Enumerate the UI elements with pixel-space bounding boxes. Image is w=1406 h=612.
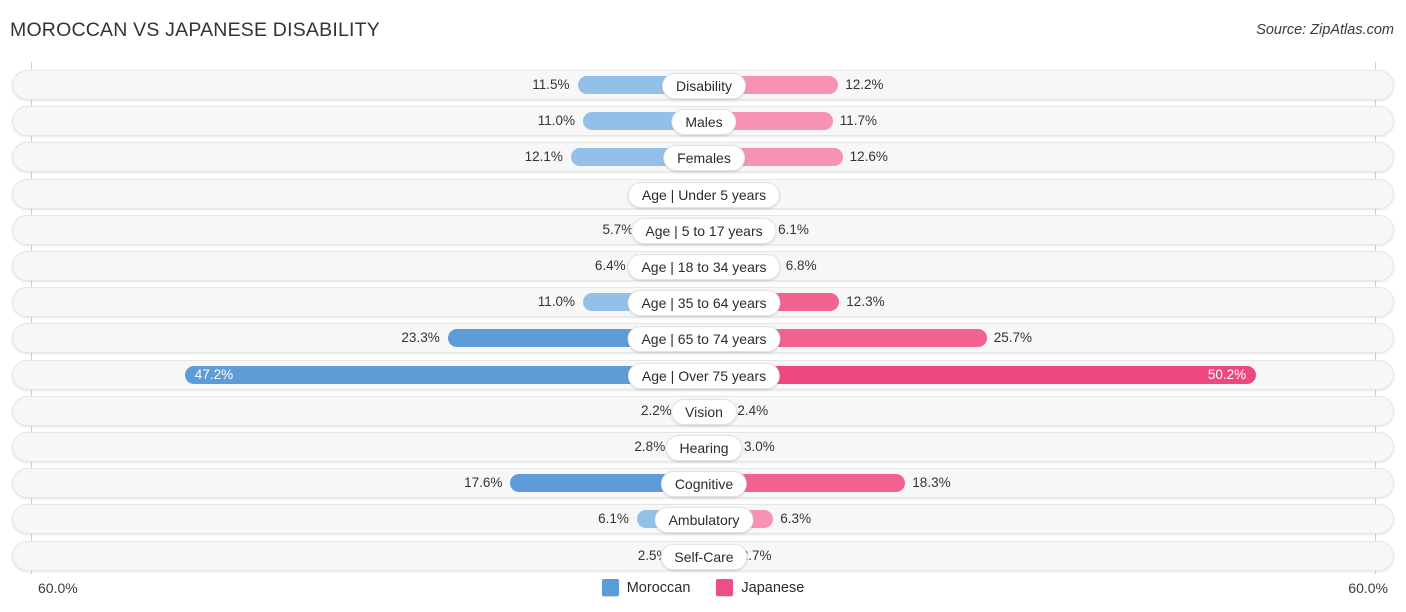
value-label-japanese: 6.3% <box>780 511 812 527</box>
row-inner: 2.5% 2.7% Self-Care <box>13 542 1393 570</box>
table-row[interactable]: 11.0% 12.3% Age | 35 to 64 years <box>12 287 1394 318</box>
value-label-moroccan: 11.0% <box>537 113 575 129</box>
table-row[interactable]: 23.3% 25.7% Age | 65 to 74 years <box>12 323 1394 354</box>
category-label[interactable]: Hearing <box>665 435 743 461</box>
legend-label: Moroccan <box>626 579 691 596</box>
value-label-moroccan: 17.6% <box>464 475 503 491</box>
page-title: MOROCCAN VS JAPANESE DISABILITY <box>10 19 380 41</box>
value-label-moroccan: 5.7% <box>602 221 634 237</box>
row-inner: 23.3% 25.7% Age | 65 to 74 years <box>13 324 1393 353</box>
row-inner: 6.1% 6.3% Ambulatory <box>13 505 1393 534</box>
value-label-japanese: 12.6% <box>849 149 888 165</box>
value-label-moroccan: 2.2% <box>641 402 672 418</box>
category-label[interactable]: Age | Under 5 years <box>627 181 781 208</box>
value-label-moroccan: 11.0% <box>537 294 575 310</box>
source-attribution: Source: ZipAtlas.com <box>1256 22 1394 38</box>
value-label-japanese: 25.7% <box>993 330 1032 346</box>
value-label-moroccan: 2.8% <box>634 439 666 454</box>
row-inner: 11.5% 12.2% Disability <box>13 71 1393 99</box>
row-inner: 2.2% 2.4% Vision <box>13 397 1393 425</box>
row-inner: 1.2%1.2%Age | Under 5 years <box>13 180 1393 208</box>
legend-swatch-icon <box>601 579 619 596</box>
table-row[interactable]: 2.8% 3.0% Hearing <box>12 432 1394 462</box>
category-label[interactable]: Age | 18 to 34 years <box>627 254 781 280</box>
row-inner: 12.1% 12.6% Females <box>13 143 1393 172</box>
category-label[interactable]: Age | 5 to 17 years <box>631 217 777 244</box>
category-label[interactable]: Age | 35 to 64 years <box>627 290 781 317</box>
value-label-japanese: 6.1% <box>778 221 809 237</box>
value-label-moroccan: 6.1% <box>598 511 629 527</box>
category-label[interactable]: Ambulatory <box>654 507 754 534</box>
value-label-japanese: 50.2% <box>1207 366 1247 382</box>
row-inner: 2.8% 3.0% Hearing <box>13 433 1393 461</box>
category-label[interactable]: Age | Over 75 years <box>627 362 781 389</box>
row-inner: 17.6% 18.3% Cognitive <box>13 469 1393 498</box>
table-row[interactable]: 11.5% 12.2% Disability <box>12 70 1394 100</box>
table-row[interactable]: 1.2%1.2%Age | Under 5 years <box>12 178 1394 209</box>
legend-label: Japanese <box>741 579 805 596</box>
table-row[interactable]: 6.4% 6.8% Age | 18 to 34 years <box>12 251 1394 281</box>
category-label[interactable]: Self-Care <box>660 543 748 570</box>
value-label-japanese: 12.3% <box>846 294 885 310</box>
table-row[interactable]: 17.6% 18.3% Cognitive <box>12 468 1394 499</box>
category-label[interactable]: Vision <box>671 398 737 425</box>
row-inner: 6.4% 6.8% Age | 18 to 34 years <box>13 252 1393 280</box>
value-label-japanese: 18.3% <box>912 475 951 491</box>
row-inner: 47.2% 50.2% Age | Over 75 years <box>13 361 1393 389</box>
row-inner: 11.0% 11.7% Males <box>13 107 1393 136</box>
category-label[interactable]: Females <box>663 145 745 172</box>
chart-legend: Moroccan Japanese <box>0 579 1406 596</box>
category-label[interactable]: Age | 65 to 74 years <box>627 326 781 353</box>
row-inner: 11.0% 12.3% Age | 35 to 64 years <box>13 288 1393 317</box>
value-label-moroccan: 12.1% <box>524 149 563 165</box>
table-row[interactable]: 6.1% 6.3% Ambulatory <box>12 504 1394 535</box>
value-label-japanese: 12.2% <box>845 77 884 92</box>
table-row[interactable]: 47.2% 50.2% Age | Over 75 years <box>12 359 1394 390</box>
value-label-japanese: 6.8% <box>785 258 817 273</box>
table-row[interactable]: 2.5% 2.7% Self-Care <box>12 540 1394 571</box>
chart-plot-area: 11.5% 12.2% Disability 11.0% 11.7% Males 12.1%… <box>0 62 1406 576</box>
category-label[interactable]: Cognitive <box>660 471 748 498</box>
value-label-japanese: 2.4% <box>737 402 769 418</box>
chart-header: MOROCCAN VS JAPANESE DISABILITY Source: … <box>0 0 1406 62</box>
value-label-japanese: 11.7% <box>839 113 877 129</box>
table-row[interactable]: 12.1% 12.6% Females <box>12 142 1394 173</box>
table-row[interactable]: 2.2% 2.4% Vision <box>12 395 1394 426</box>
bar-japanese[interactable] <box>704 365 1257 384</box>
legend-swatch-icon <box>716 579 734 596</box>
value-label-japanese: 3.0% <box>744 439 775 454</box>
bar-moroccan[interactable] <box>184 365 704 384</box>
value-label-moroccan: 6.4% <box>594 258 626 273</box>
value-label-moroccan: 11.5% <box>532 77 570 92</box>
chart-page: MOROCCAN VS JAPANESE DISABILITY Source: … <box>0 0 1406 612</box>
value-label-moroccan: 47.2% <box>194 366 234 382</box>
row-inner: 5.7% 6.1% Age | 5 to 17 years <box>13 216 1393 244</box>
legend-item-moroccan[interactable]: Moroccan <box>601 579 691 596</box>
chart-footer: 60.0% 60.0% Moroccan Japanese <box>0 576 1406 612</box>
table-row[interactable]: 5.7% 6.1% Age | 5 to 17 years <box>12 214 1394 245</box>
category-label[interactable]: Disability <box>661 73 747 99</box>
table-row[interactable]: 11.0% 11.7% Males <box>12 106 1394 137</box>
category-label[interactable]: Males <box>671 109 737 136</box>
legend-item-japanese[interactable]: Japanese <box>716 579 804 596</box>
value-label-moroccan: 23.3% <box>401 330 440 346</box>
